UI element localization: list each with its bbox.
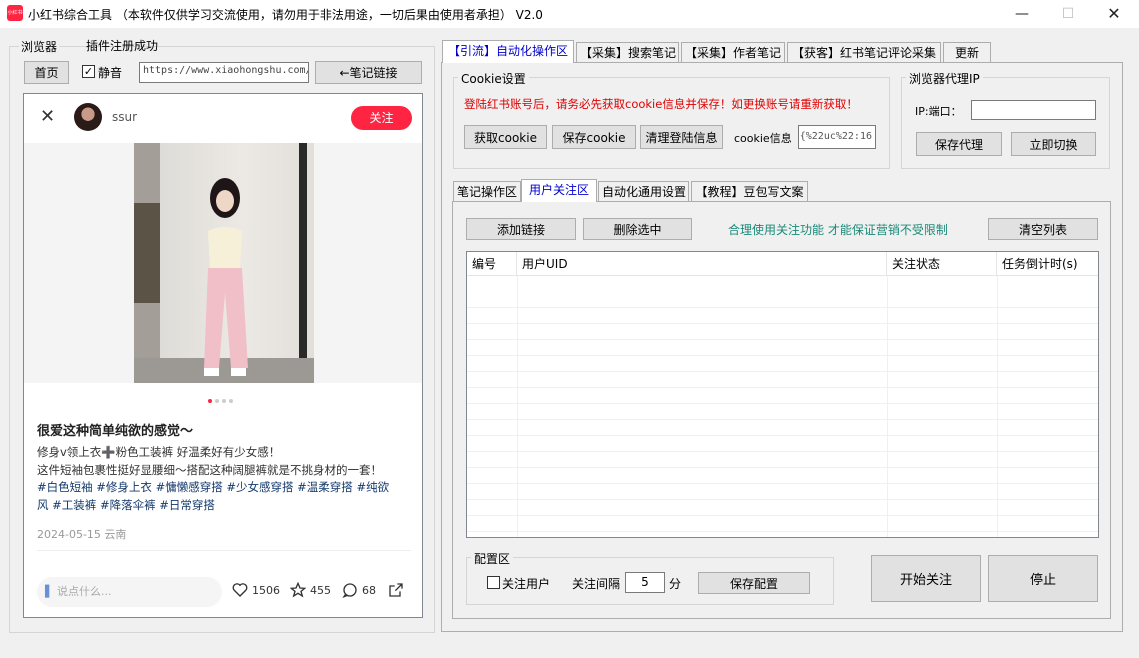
- add-link-button[interactable]: 添加链接: [466, 218, 576, 240]
- tab-user-follow[interactable]: 用户关注区: [521, 179, 597, 202]
- follow-author-button[interactable]: 关注: [351, 106, 412, 130]
- interval-input[interactable]: 5: [625, 572, 665, 593]
- post-close-icon[interactable]: ✕: [40, 106, 55, 127]
- collect-stat[interactable]: 455: [290, 582, 331, 598]
- table-header: 编号 用户UID 关注状态 任务倒计时(s): [467, 252, 1098, 276]
- table-row: [467, 388, 1098, 404]
- home-button[interactable]: 首页: [24, 61, 69, 84]
- follow-user-label: 关注用户: [502, 577, 551, 591]
- edit-icon: ▌: [45, 585, 54, 598]
- table-row: [467, 308, 1098, 324]
- start-follow-button[interactable]: 开始关注: [871, 555, 981, 602]
- tab-update[interactable]: 更新: [943, 42, 991, 63]
- table-row: [467, 468, 1098, 484]
- table-row: [467, 324, 1098, 340]
- clear-login-button[interactable]: 清理登陆信息: [640, 125, 723, 149]
- table-row: [467, 356, 1098, 372]
- table-row: [467, 484, 1098, 500]
- col-uid[interactable]: 用户UID: [517, 252, 887, 276]
- note-link-button[interactable]: ←笔记链接: [315, 61, 422, 84]
- post-title: 很爱这种简单纯欲的感觉～: [37, 424, 194, 439]
- table-row: [467, 372, 1098, 388]
- table-row: [467, 340, 1098, 356]
- interval-label: 关注间隔: [572, 577, 621, 591]
- browser-tab-label[interactable]: 浏览器: [19, 38, 60, 55]
- mute-checkbox[interactable]: ✓: [82, 65, 95, 78]
- table-row: [467, 500, 1098, 516]
- divider: [37, 550, 411, 551]
- url-input[interactable]: https://www.xiaohongshu.com/: [139, 62, 309, 83]
- comment-input[interactable]: ▌ 说点什么...: [37, 577, 222, 607]
- like-stat[interactable]: 1506: [232, 582, 280, 598]
- cookie-group-title: Cookie设置: [458, 70, 529, 87]
- post-image[interactable]: [134, 143, 314, 383]
- tab-traffic-automation[interactable]: 【引流】自动化操作区: [442, 40, 574, 63]
- post-body: 修身v领上衣➕粉色工装裤 好温柔好有少女感！ 这件短袖包裹性挺好显腰细～搭配这种…: [37, 444, 412, 514]
- mute-label: 静音: [98, 66, 123, 80]
- carousel-dots: [208, 392, 236, 406]
- save-config-button[interactable]: 保存配置: [698, 572, 810, 594]
- window-title: 小红书综合工具 （本软件仅供学习交流使用，请勿用于非法用途，一切后果由使用者承担…: [28, 8, 543, 22]
- comment-icon: [342, 583, 357, 598]
- cookie-warning: 登陆红书账号后，请务必先获取cookie信息并保存！如更换账号请重新获取！: [464, 97, 858, 111]
- tab-author-notes[interactable]: 【采集】作者笔记: [681, 42, 785, 63]
- cookie-info-label: cookie信息: [734, 132, 792, 145]
- post-date: 2024-05-15 云南: [37, 528, 127, 541]
- col-status[interactable]: 关注状态: [887, 252, 997, 276]
- col-index[interactable]: 编号: [467, 252, 517, 276]
- minimize-icon[interactable]: —: [999, 0, 1045, 28]
- clear-list-button[interactable]: 清空列表: [988, 218, 1098, 240]
- follow-user-checkbox[interactable]: [487, 576, 500, 589]
- close-icon[interactable]: ✕: [1091, 0, 1137, 28]
- ip-port-input[interactable]: [971, 100, 1096, 120]
- col-countdown[interactable]: 任务倒计时(s): [997, 252, 1097, 276]
- browser-view[interactable]: ✕ ssur 关注 很爱这种简单纯欲的感觉～ 修身v领上衣➕粉色工装裤 好温柔好…: [23, 93, 423, 618]
- post-tags[interactable]: #白色短袖 #修身上衣 #慵懒感穿搭 #少女感穿搭 #温柔穿搭 #纯欲: [37, 479, 412, 497]
- follow-table[interactable]: 编号 用户UID 关注状态 任务倒计时(s): [466, 251, 1099, 538]
- table-row: [467, 420, 1098, 436]
- table-row: [467, 436, 1098, 452]
- tab-note-ops[interactable]: 笔记操作区: [453, 181, 521, 202]
- follow-notice: 合理使用关注功能 才能保证营销不受限制: [728, 223, 948, 237]
- ip-port-label: IP:端口：: [915, 105, 962, 118]
- interval-unit: 分: [669, 577, 682, 591]
- avatar[interactable]: [74, 103, 102, 131]
- config-group-title: 配置区: [471, 550, 514, 567]
- title-bar: 小红书 小红书综合工具 （本软件仅供学习交流使用，请勿用于非法用途，一切后果由使…: [0, 0, 1139, 28]
- save-proxy-button[interactable]: 保存代理: [916, 132, 1002, 156]
- tab-comment-collect[interactable]: 【获客】红书笔记评论采集: [787, 42, 941, 63]
- maximize-icon: ☐: [1061, 6, 1075, 22]
- plugin-status: 插件注册成功: [86, 39, 159, 53]
- share-icon[interactable]: [388, 582, 404, 598]
- get-cookie-button[interactable]: 获取cookie: [464, 125, 547, 149]
- table-row: [467, 404, 1098, 420]
- heart-icon: [232, 583, 248, 597]
- post-username[interactable]: ssur: [112, 110, 137, 124]
- tab-doubao-tutorial[interactable]: 【教程】豆包写文案: [691, 181, 808, 202]
- switch-proxy-button[interactable]: 立即切换: [1011, 132, 1096, 156]
- proxy-group-title: 浏览器代理IP: [906, 70, 983, 87]
- save-cookie-button[interactable]: 保存cookie: [552, 125, 636, 149]
- comment-stat[interactable]: 68: [342, 582, 376, 598]
- tab-auto-settings[interactable]: 自动化通用设置: [598, 181, 689, 202]
- app-icon: 小红书: [7, 5, 23, 21]
- cookie-info-field[interactable]: %22uc%22:16};: [798, 125, 876, 149]
- star-icon: [290, 582, 306, 598]
- delete-selected-button[interactable]: 删除选中: [583, 218, 692, 240]
- cookie-group: [453, 77, 890, 169]
- stop-button[interactable]: 停止: [988, 555, 1098, 602]
- table-row: [467, 516, 1098, 532]
- tab-search-notes[interactable]: 【采集】搜索笔记: [576, 42, 679, 63]
- table-row: [467, 292, 1098, 308]
- table-row: [467, 452, 1098, 468]
